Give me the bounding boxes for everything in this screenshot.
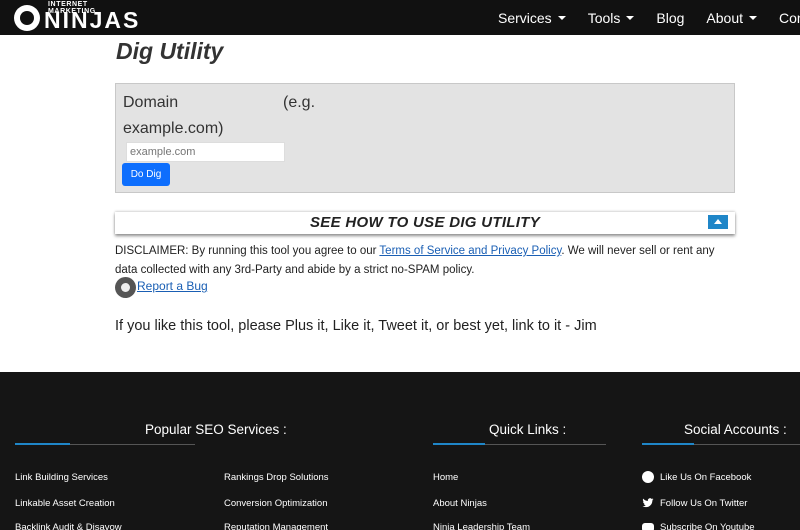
- quick-links-rule: [433, 443, 606, 445]
- dig-form: Domain (e.g. example.com) Do Dig: [115, 83, 735, 193]
- popular-services-rule: [15, 443, 195, 445]
- collapse-toggle-icon[interactable]: [708, 215, 728, 229]
- how-to-use-accordion[interactable]: SEE HOW TO USE DIG UTILITY: [115, 212, 735, 234]
- domain-input[interactable]: [126, 142, 285, 162]
- quick-links-heading: Quick Links :: [489, 422, 567, 437]
- nav-item-services[interactable]: Services: [498, 10, 566, 26]
- report-bug-link[interactable]: Report a Bug: [137, 279, 208, 293]
- footer-link[interactable]: Rankings Drop Solutions: [224, 472, 329, 483]
- nav-label: Services: [498, 9, 552, 26]
- domain-hint: (e.g.: [283, 94, 316, 111]
- chevron-down-icon: [626, 15, 635, 20]
- footer-link[interactable]: Linkable Asset Creation: [15, 498, 115, 509]
- nav-label: Blog: [656, 9, 685, 26]
- nav-label: Tools: [587, 9, 621, 26]
- logo-wordmark: NINJAS: [44, 7, 141, 33]
- do-dig-button[interactable]: Do Dig: [122, 163, 170, 186]
- nav-label: Con: [779, 9, 800, 26]
- social-accounts-rule: [642, 443, 800, 445]
- site-logo[interactable]: INTERNET MARKETING NINJAS: [14, 0, 138, 35]
- footer-link[interactable]: Home: [433, 472, 458, 483]
- nav-menu: Services Tools Blog About Con: [498, 0, 800, 35]
- facebook-icon: [642, 471, 654, 483]
- site-footer: Popular SEO Services : Quick Links : Soc…: [0, 372, 800, 530]
- footer-link[interactable]: Backlink Audit & Disavow: [15, 522, 122, 530]
- twitter-icon: [642, 498, 654, 508]
- facebook-link[interactable]: Like Us On Facebook: [660, 472, 751, 483]
- footer-link[interactable]: Reputation Management: [224, 522, 328, 530]
- chevron-down-icon: [749, 15, 757, 20]
- nav-item-blog[interactable]: Blog: [656, 10, 684, 26]
- youtube-link[interactable]: Subscribe On Youtube: [660, 522, 755, 530]
- footer-link[interactable]: Link Building Services: [15, 472, 108, 483]
- nav-label: About: [706, 9, 743, 26]
- nav-item-contact[interactable]: Con: [779, 10, 800, 26]
- footer-link[interactable]: Ninja Leadership Team: [433, 522, 530, 530]
- disclaimer-prefix: DISCLAIMER: By running this tool you agr…: [115, 245, 380, 257]
- footer-link[interactable]: About Ninjas: [433, 498, 487, 509]
- popular-services-heading: Popular SEO Services :: [145, 422, 287, 437]
- youtube-icon: [642, 523, 654, 530]
- disclaimer-text: DISCLAIMER: By running this tool you agr…: [115, 242, 740, 280]
- social-accounts-heading: Social Accounts :: [684, 422, 787, 437]
- chevron-down-icon: [557, 15, 566, 20]
- how-to-use-title: SEE HOW TO USE DIG UTILITY: [309, 214, 541, 231]
- top-navbar: INTERNET MARKETING NINJAS Services Tools…: [0, 0, 800, 35]
- like-message: If you like this tool, please Plus it, L…: [115, 318, 597, 334]
- logo-mark-icon: [14, 5, 40, 31]
- nav-item-about[interactable]: About: [706, 10, 757, 26]
- bug-icon[interactable]: [115, 277, 136, 298]
- terms-link[interactable]: Terms of Service and Privacy Policy: [379, 245, 561, 257]
- domain-label: Domain: [123, 94, 179, 111]
- domain-hint-example: example.com): [123, 120, 224, 137]
- twitter-link[interactable]: Follow Us On Twitter: [660, 498, 747, 509]
- nav-item-tools[interactable]: Tools: [588, 10, 635, 26]
- footer-link[interactable]: Conversion Optimization: [224, 498, 328, 509]
- page-title: Dig Utility: [116, 38, 224, 64]
